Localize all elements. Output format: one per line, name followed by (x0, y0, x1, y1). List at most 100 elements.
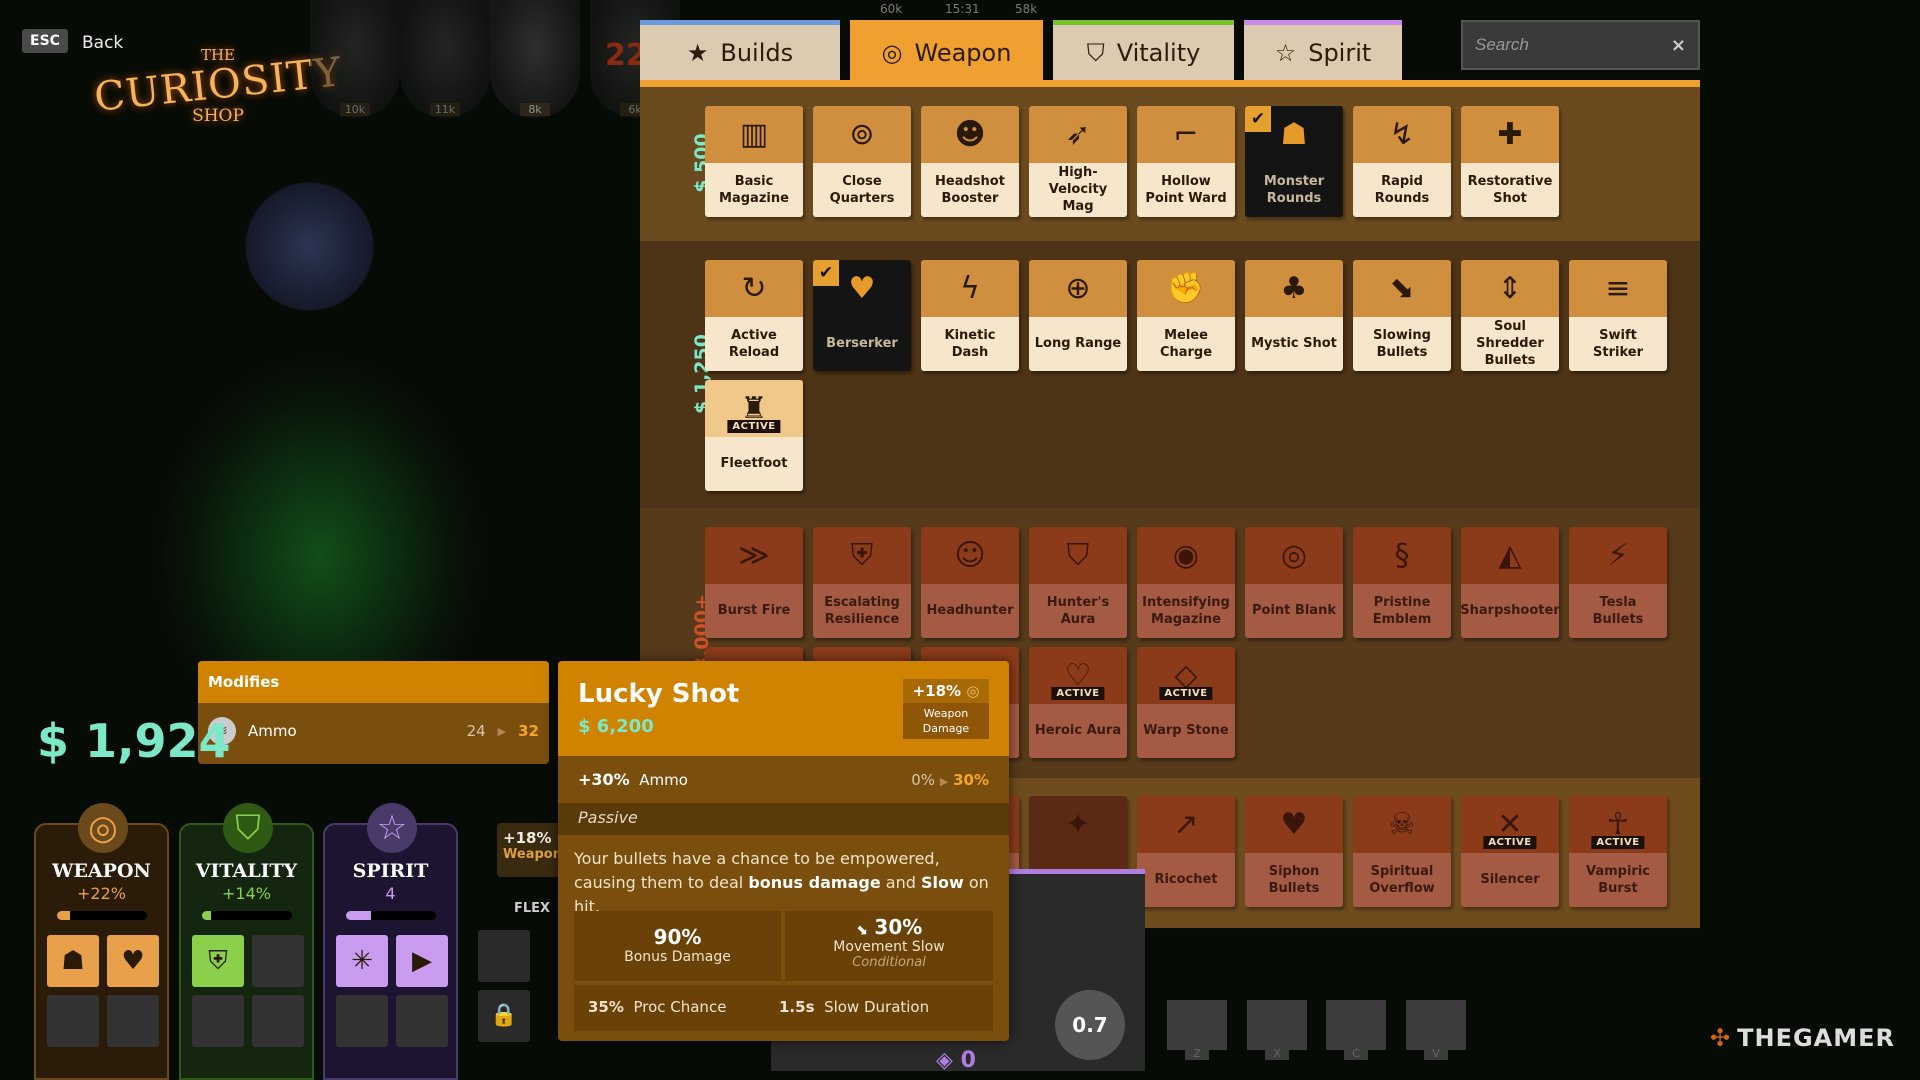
cell-note: Conditional (852, 955, 926, 970)
flex-bonus-label: Weapon (503, 847, 562, 862)
clear-search-button[interactable]: × (1671, 35, 1686, 56)
item-slot-v[interactable]: V (1406, 1000, 1466, 1060)
tab-spirit[interactable]: ☆ Spirit (1244, 20, 1402, 80)
item-slot-x[interactable]: X (1247, 1000, 1307, 1060)
equipped-monster-icon[interactable]: ☗ (47, 935, 99, 987)
category-name: WEAPON (52, 860, 151, 882)
shop-item-intensifying-magazine[interactable]: ◉ Intensifying Magazine (1137, 527, 1235, 638)
shop-item-berserker[interactable]: ♥ Berserker ✔ (813, 260, 911, 371)
shop-item-soul-shredder-bullets[interactable]: ⇕ Soul Shredder Bullets (1461, 260, 1559, 371)
esc-key-hint[interactable]: ESC (22, 29, 68, 53)
active-badge: ACTIVE (727, 420, 781, 433)
shop-item-siphon-bullets[interactable]: ♥ Siphon Bullets (1245, 796, 1343, 907)
tab-builds[interactable]: ★ Builds (640, 20, 840, 80)
item-name: Berserker (826, 336, 898, 352)
weapon-damage-bonus: +18% ◎ Weapon Damage (903, 679, 989, 739)
owned-check-icon: ✔ (813, 260, 839, 286)
shop-item-restorative-shot[interactable]: ✚ Restorative Shot (1461, 106, 1559, 217)
shop-item-mystic-shot[interactable]: ♣ Mystic Shot (1245, 260, 1343, 371)
ability-gauge: 0.7 (1055, 990, 1125, 1060)
cell-label: Movement Slow (833, 939, 945, 955)
aura-icon: ⛉ (1066, 537, 1090, 573)
hero-portrait: 11k (400, 0, 490, 118)
arrow-icon: ▶ (939, 774, 949, 788)
empty-item-slot[interactable] (47, 995, 99, 1047)
category-vitality: ⛉ VITALITY +14% ⛨ (179, 803, 314, 1080)
shop-item-sharpshooter[interactable]: ◭ Sharpshooter (1461, 527, 1559, 638)
key-label: X (1265, 1047, 1289, 1060)
category-bonus: 4 (385, 884, 396, 903)
reload-icon: ↻ (741, 270, 767, 306)
shop-item-slowing-bullets[interactable]: ⬊ Slowing Bullets (1353, 260, 1451, 371)
shop-item-ricochet[interactable]: ↗ Ricochet (1137, 796, 1235, 907)
shop-item-melee-charge[interactable]: ✊ Melee Charge (1137, 260, 1235, 371)
flex-bonus: +18% Weapon (497, 823, 563, 877)
monster-icon: ☗ (1280, 116, 1308, 152)
shop-item-basic-magazine[interactable]: ▥ Basic Magazine (705, 106, 803, 217)
shop-item-swift-striker[interactable]: ≡ Swift Striker (1569, 260, 1667, 371)
shop-item-rapid-rounds[interactable]: ↯ Rapid Rounds (1353, 106, 1451, 217)
shop-item-heroic-aura[interactable]: ♡ Heroic Aura ACTIVE (1029, 647, 1127, 758)
shop-item-high-velocity-mag[interactable]: ➶ High-Velocity Mag (1029, 106, 1127, 217)
lock-icon: 🔒 (478, 990, 530, 1042)
shop-item-point-blank[interactable]: ◎ Point Blank (1245, 527, 1343, 638)
shop-item-burst-fire[interactable]: ≫ Burst Fire (705, 527, 803, 638)
passive-header: Passive (558, 803, 1009, 835)
diamond-icon: ◈ (936, 1048, 961, 1073)
watermark-text: THEGAMER (1737, 1024, 1895, 1052)
item-name: Kinetic Dash (944, 327, 996, 360)
dash-icon: ϟ (960, 270, 980, 306)
hero-portrait: 8k (490, 0, 580, 118)
item-name: Monster Rounds (1263, 173, 1325, 206)
item-name: High-Velocity Mag (1048, 165, 1108, 215)
item-name: Long Range (1034, 336, 1122, 352)
shop-item-fleetfoot[interactable]: ♜ Fleetfoot ACTIVE (705, 380, 803, 491)
equipped-battery-icon[interactable]: ▶ (396, 935, 448, 987)
empty-item-slot[interactable] (252, 935, 304, 987)
shop-item-pristine-emblem[interactable]: § Pristine Emblem (1353, 527, 1451, 638)
tab-weapon[interactable]: ◎ Weapon (850, 20, 1043, 80)
empty-item-slot[interactable] (192, 995, 244, 1047)
empty-item-slot[interactable] (107, 995, 159, 1047)
shop-item-tesla-bullets[interactable]: ⚡ Tesla Bullets (1569, 527, 1667, 638)
shredder-icon: ⇕ (1497, 270, 1523, 306)
shop-item-headhunter[interactable]: ☺ Headhunter (921, 527, 1019, 638)
category-progress-bar (201, 911, 292, 920)
souls-value: 1,924 (85, 714, 231, 768)
shop-item-vampiric-burst[interactable]: ☥ Vampiric Burst ACTIVE (1569, 796, 1667, 907)
portrait-souls: 10k (340, 103, 370, 116)
shop-item-escalating-resilience[interactable]: ⛨ Escalating Resilience (813, 527, 911, 638)
active-badge: ACTIVE (1483, 836, 1537, 849)
equipped-spark-icon[interactable]: ✳ (336, 935, 388, 987)
tab-label: Vitality (1116, 38, 1201, 67)
item-name: Rapid Rounds (1374, 173, 1430, 206)
equipped-berserker-icon[interactable]: ♥ (107, 935, 159, 987)
item-name: Headshot Booster (935, 173, 1005, 206)
empty-item-slot[interactable] (336, 995, 388, 1047)
proc-row: 35% Proc Chance 1.5s Slow Duration (574, 985, 993, 1031)
shop-item-long-range[interactable]: ⊕ Long Range (1029, 260, 1127, 371)
tab-vitality[interactable]: ⛉ Vitality (1053, 20, 1234, 80)
item-slot-z[interactable]: Z (1167, 1000, 1227, 1060)
empty-item-slot[interactable] (252, 995, 304, 1047)
shop-item-monster-rounds[interactable]: ☗ Monster Rounds ✔ (1245, 106, 1343, 217)
flex-slot[interactable] (478, 930, 530, 982)
shop-item-headshot-booster[interactable]: ☻ Headshot Booster (921, 106, 1019, 217)
search-input[interactable] (1475, 35, 1655, 55)
bonus-label: Weapon Damage (922, 707, 970, 735)
shop-item-warp-stone[interactable]: ◇ Warp Stone ACTIVE (1137, 647, 1235, 758)
shop-item-close-quarters[interactable]: ⊚ Close Quarters (813, 106, 911, 217)
shop-item-spiritual-overflow[interactable]: ☠ Spiritual Overflow (1353, 796, 1451, 907)
shop-item-hollow-point-ward[interactable]: ⌐ Hollow Point Ward (1137, 106, 1235, 217)
shop-item-hunter-s-aura[interactable]: ⛉ Hunter's Aura (1029, 527, 1127, 638)
category-progress-bar (345, 911, 436, 920)
item-slot-c[interactable]: C (1326, 1000, 1386, 1060)
equipped-shield-plus-icon[interactable]: ⛨ (192, 935, 244, 987)
shop-item-silencer[interactable]: ✕ Silencer ACTIVE (1461, 796, 1559, 907)
shop-item-kinetic-dash[interactable]: ϟ Kinetic Dash (921, 260, 1019, 371)
pointblank-icon: ◎ (1280, 537, 1308, 573)
empty-item-slot[interactable] (396, 995, 448, 1047)
shop-item-active-reload[interactable]: ↻ Active Reload (705, 260, 803, 371)
flex-label: FLEX (514, 901, 551, 916)
bullet-icon: ➶ (1065, 116, 1091, 152)
